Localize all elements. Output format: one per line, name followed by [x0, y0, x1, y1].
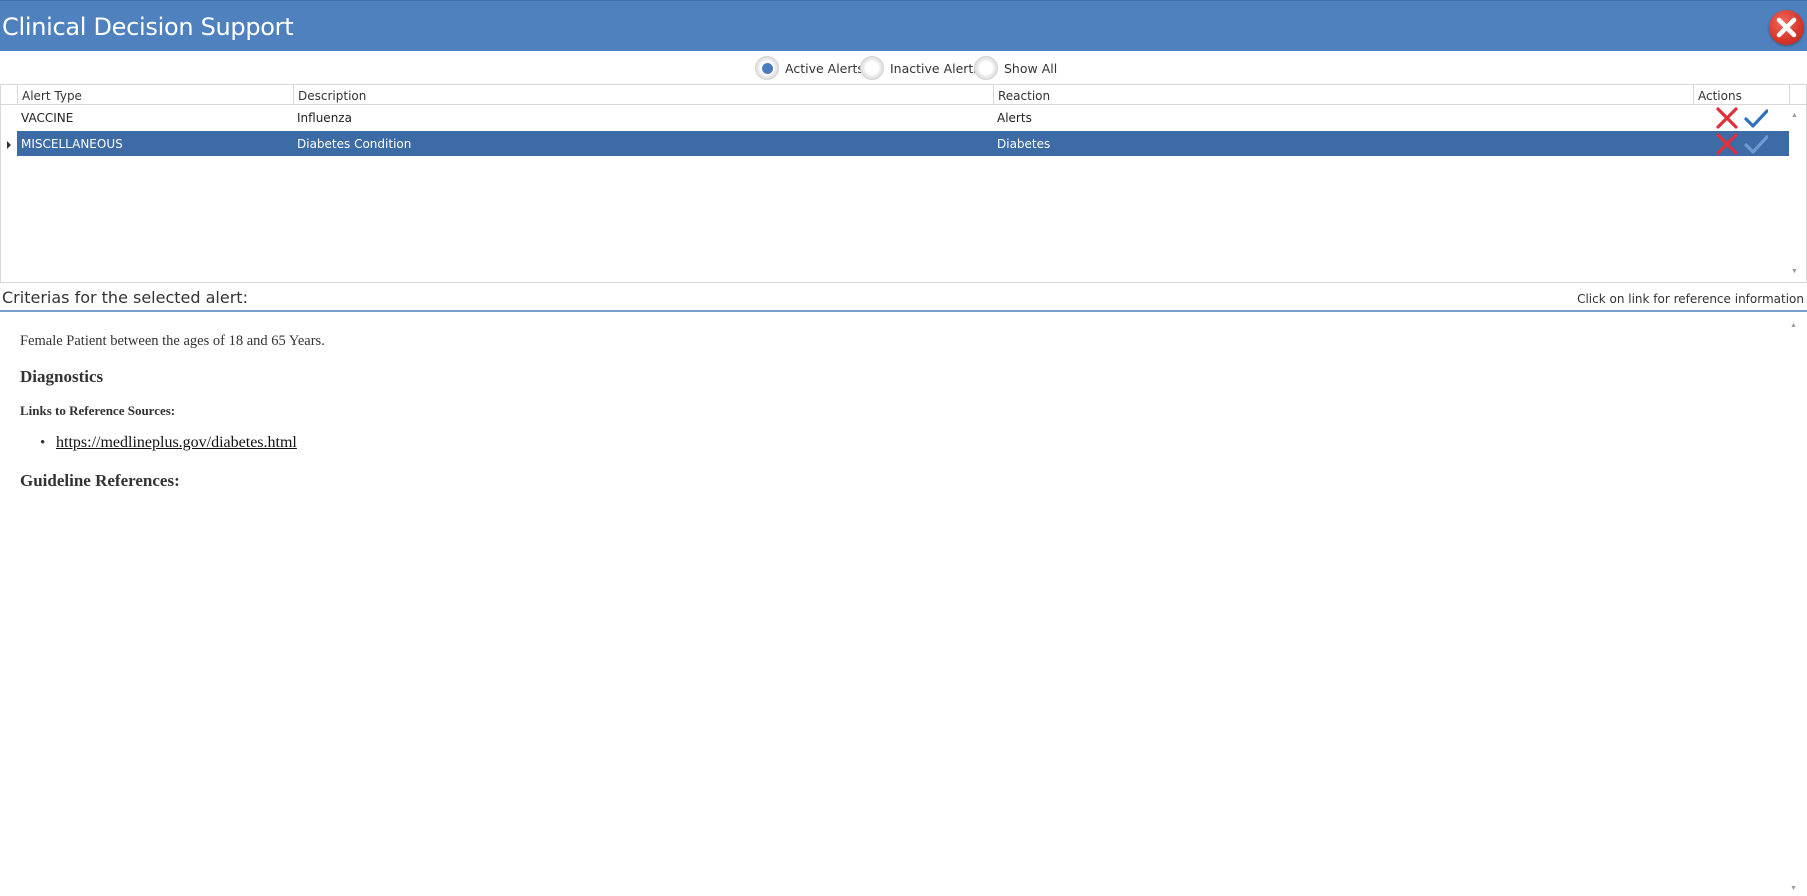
- alerts-grid: Alert Type Description Reaction Actions …: [0, 84, 1807, 283]
- cell-reaction: Diabetes: [997, 137, 1051, 151]
- diagnostics-heading: Diagnostics: [20, 367, 104, 386]
- radio-active-alerts[interactable]: Active Alerts: [755, 56, 864, 80]
- criteria-hint: Click on link for reference information: [1577, 292, 1804, 306]
- current-row-indicator: [7, 141, 11, 149]
- window-title: Clinical Decision Support: [2, 13, 294, 41]
- cell-alert-type: VACCINE: [21, 111, 74, 125]
- links-heading: Links to Reference Sources:: [20, 403, 176, 418]
- cell-description: Influenza: [297, 111, 352, 125]
- list-bullet: •: [40, 435, 46, 451]
- header-spacer: [1789, 85, 1806, 105]
- criteria-header: Criterias for the selected alert: Click …: [0, 285, 1807, 312]
- criteria-label: Criterias for the selected alert:: [2, 288, 248, 307]
- close-icon: [1776, 17, 1797, 38]
- reject-icon[interactable]: [1715, 132, 1739, 156]
- radio-show-all[interactable]: Show All: [974, 56, 1057, 80]
- column-header-alert-type[interactable]: Alert Type: [17, 85, 293, 105]
- content-scroll-up-arrow[interactable]: ▲: [1790, 321, 1798, 329]
- cell-description: Diabetes Condition: [297, 137, 412, 151]
- alert-filter-bar: Active Alerts Inactive Alerts Show All: [0, 51, 1807, 84]
- close-button[interactable]: [1769, 10, 1804, 45]
- accept-icon[interactable]: [1744, 106, 1768, 130]
- criteria-content: Female Patient between the ages of 18 an…: [0, 313, 1807, 896]
- content-scroll-down-arrow[interactable]: ▼: [1790, 884, 1798, 892]
- column-header-actions: Actions: [1693, 85, 1789, 105]
- radio-button-checked[interactable]: [755, 56, 779, 80]
- reject-icon[interactable]: [1715, 106, 1739, 130]
- title-bar: Clinical Decision Support: [0, 0, 1807, 51]
- radio-button-unchecked[interactable]: [974, 56, 998, 80]
- column-header-description[interactable]: Description: [293, 85, 993, 105]
- cell-reaction: Alerts: [997, 111, 1032, 125]
- radio-label: Active Alerts: [785, 60, 864, 76]
- accept-icon[interactable]: [1744, 132, 1768, 156]
- scroll-down-arrow[interactable]: ▼: [1791, 268, 1799, 276]
- radio-label: Show All: [1004, 60, 1058, 76]
- radio-inactive-alerts[interactable]: Inactive Alerts: [860, 56, 980, 80]
- table-row[interactable]: VACCINE Influenza Alerts: [17, 105, 1789, 130]
- radio-label: Inactive Alerts: [890, 60, 980, 76]
- reference-link[interactable]: https://medlineplus.gov/diabetes.html: [56, 434, 297, 452]
- grid-header: Alert Type Description Reaction Actions: [1, 85, 1806, 105]
- column-header-reaction[interactable]: Reaction: [993, 85, 1693, 105]
- scroll-up-arrow[interactable]: ▲: [1791, 112, 1799, 120]
- criteria-text: Female Patient between the ages of 18 an…: [20, 333, 325, 349]
- cell-alert-type: MISCELLANEOUS: [21, 137, 123, 151]
- radio-button-unchecked[interactable]: [860, 56, 884, 80]
- table-row-selected[interactable]: MISCELLANEOUS Diabetes Condition Diabete…: [17, 131, 1789, 156]
- guideline-heading: Guideline References:: [20, 471, 180, 490]
